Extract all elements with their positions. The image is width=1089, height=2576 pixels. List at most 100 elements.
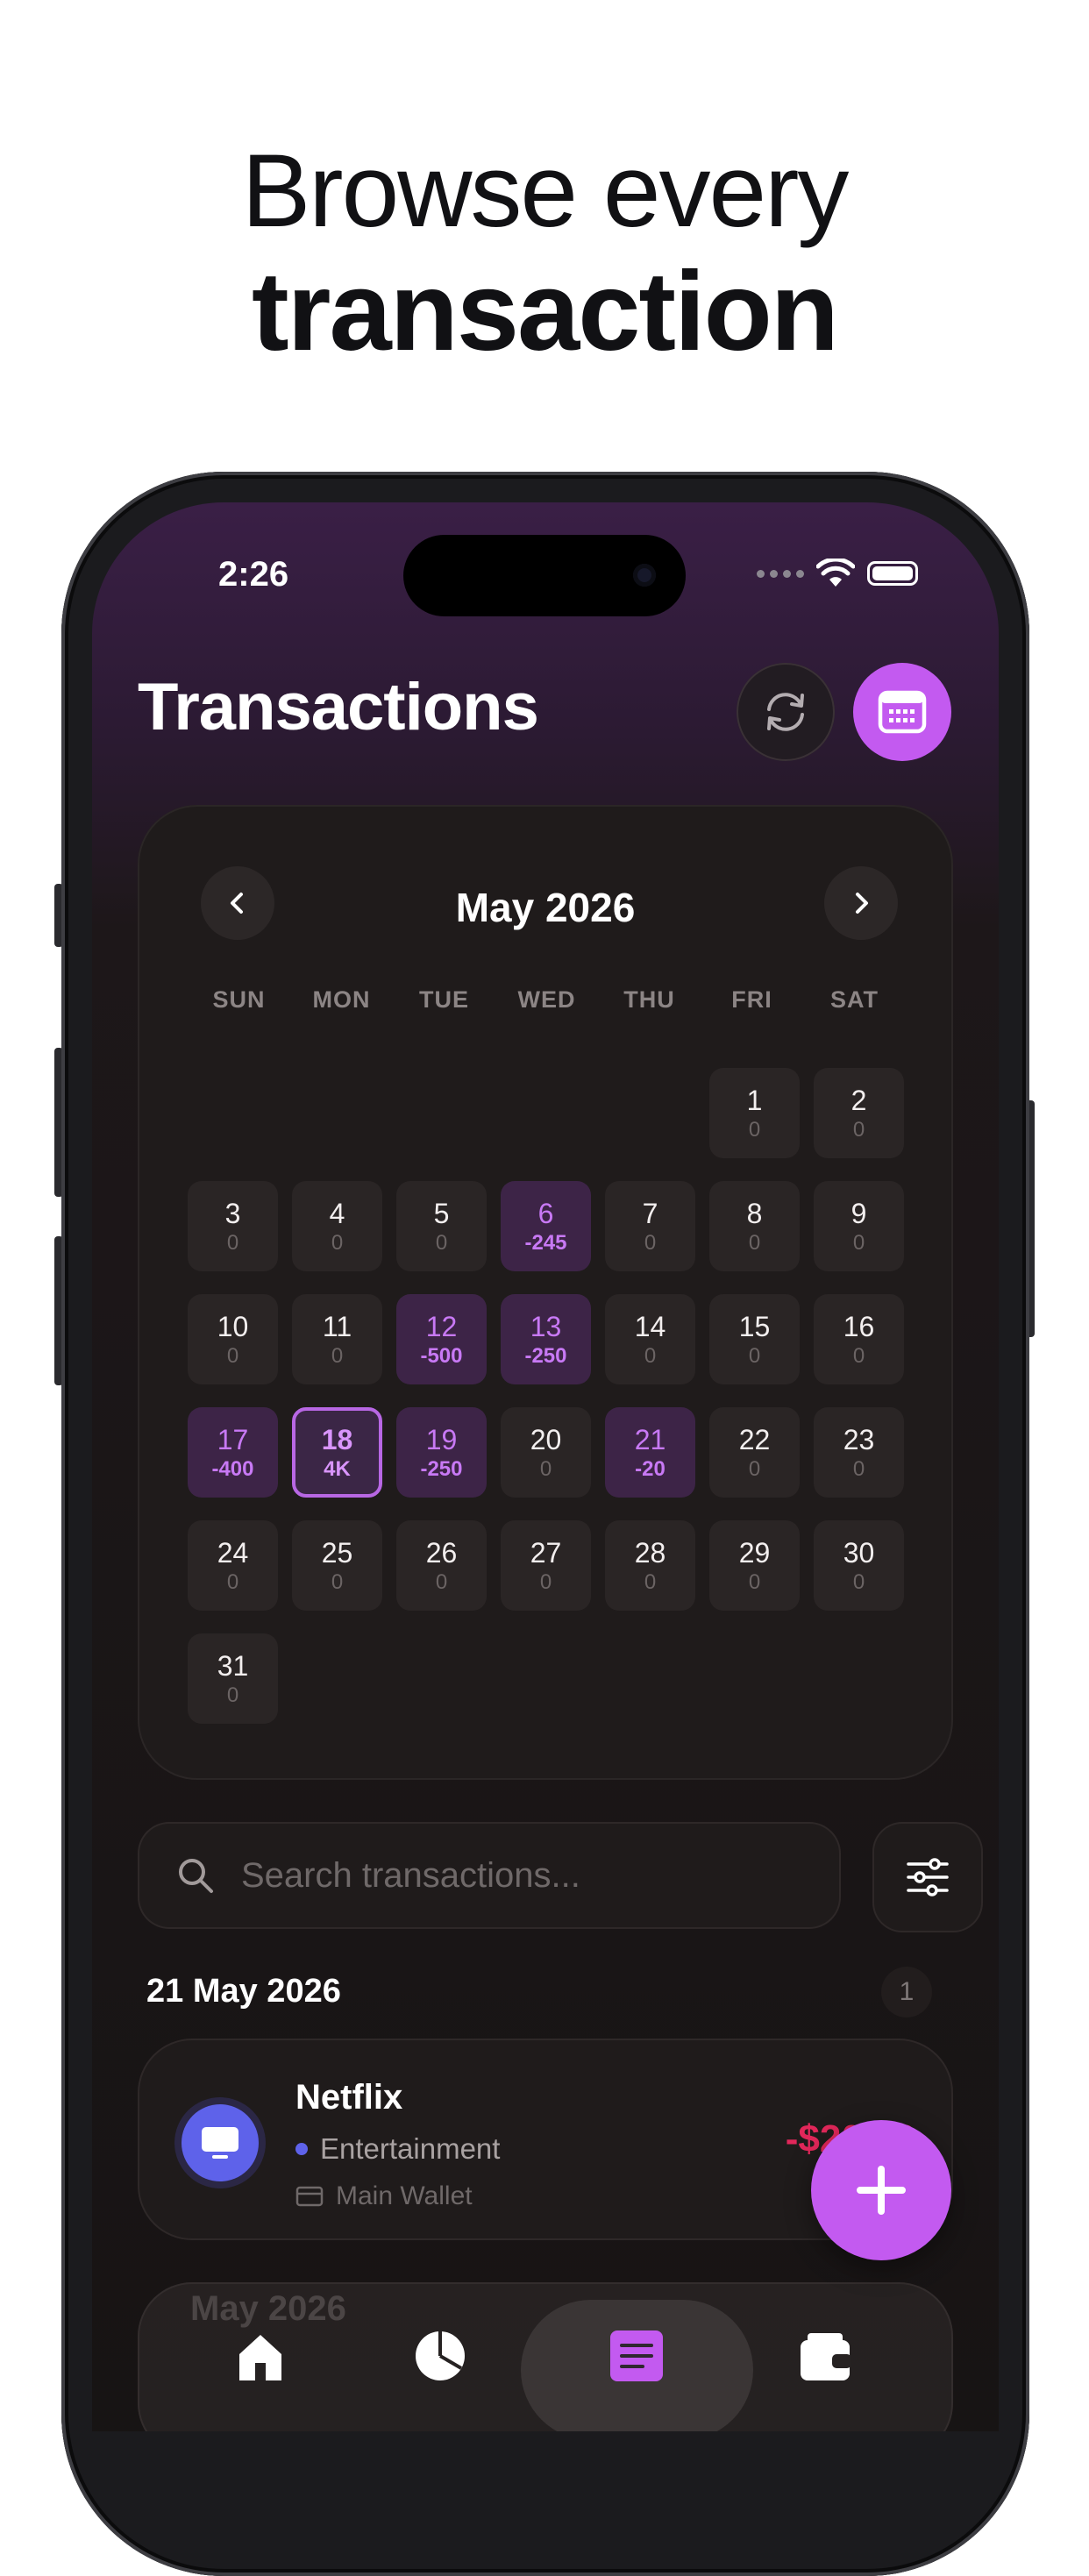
day-amount: 0	[539, 1456, 552, 1481]
calendar-day-15[interactable]: 15 0	[709, 1294, 800, 1384]
day-number: 22	[738, 1423, 771, 1455]
calendar-day-25[interactable]: 25 0	[292, 1520, 382, 1611]
day-amount: 0	[852, 1343, 865, 1368]
day-number: 23	[843, 1423, 875, 1455]
calendar-day-8[interactable]: 80	[709, 1181, 800, 1271]
search-bar[interactable]	[138, 1822, 841, 1929]
calendar-day-17[interactable]: 17 -400	[188, 1407, 278, 1498]
refresh-button[interactable]	[737, 663, 835, 761]
calendar-day-24[interactable]: 24 0	[188, 1520, 278, 1611]
calendar-day-9[interactable]: 90	[814, 1181, 904, 1271]
day-number: 12	[425, 1310, 458, 1342]
day-number: 31	[217, 1649, 249, 1682]
calendar-day-12[interactable]: 12 -500	[396, 1294, 487, 1384]
tab-transactions[interactable]	[601, 2321, 672, 2391]
calendar-day-22[interactable]: 22 0	[709, 1407, 800, 1498]
day-amount: 0	[852, 1117, 865, 1142]
day-amount: 0	[226, 1230, 239, 1255]
headline-line-2: transaction	[252, 249, 839, 374]
weekday-label: FRI	[731, 986, 772, 1013]
day-amount: 0	[226, 1683, 239, 1707]
calendar-day-28[interactable]: 28 0	[605, 1520, 695, 1611]
day-number: 16	[843, 1310, 875, 1342]
battery-icon	[867, 561, 918, 586]
chevron-right-icon	[856, 893, 868, 914]
calendar-day-30[interactable]: 30 0	[814, 1520, 904, 1611]
day-amount: 0	[852, 1230, 865, 1255]
day-number: 8	[746, 1197, 763, 1229]
calendar-day-26[interactable]: 26 0	[396, 1520, 487, 1611]
group-date-header: 21 May 2026	[146, 1973, 341, 2010]
calendar-day-23[interactable]: 23 0	[814, 1407, 904, 1498]
calendar-day-4[interactable]: 40	[292, 1181, 382, 1271]
day-number: 24	[217, 1536, 249, 1569]
calendar-day-18[interactable]: 18 4K	[292, 1407, 382, 1498]
add-transaction-button[interactable]	[811, 2120, 951, 2260]
calendar-day-31[interactable]: 31 0	[188, 1633, 278, 1724]
day-number: 20	[530, 1423, 562, 1455]
day-amount: 0	[748, 1569, 761, 1594]
day-amount: 0	[644, 1569, 657, 1594]
next-month-button[interactable]	[824, 866, 898, 940]
calendar-day-6[interactable]: 6 -245	[501, 1181, 591, 1271]
day-number: 4	[329, 1197, 345, 1229]
day-number: 15	[738, 1310, 771, 1342]
filter-button[interactable]	[872, 1822, 983, 1932]
wifi-icon	[816, 559, 855, 587]
calendar-day-16[interactable]: 16 0	[814, 1294, 904, 1384]
day-amount: -20	[635, 1456, 666, 1481]
day-amount: -245	[524, 1230, 567, 1255]
tab-home[interactable]	[225, 2321, 295, 2391]
phone-screen: 2:26 Transactions May 2026 SUN MON TUE W…	[92, 502, 999, 2431]
day-amount: -250	[420, 1456, 463, 1481]
day-number: 3	[224, 1197, 241, 1229]
day-amount: 0	[644, 1343, 657, 1368]
camera-icon	[633, 564, 656, 587]
day-amount: 0	[748, 1456, 761, 1481]
calendar-day-1[interactable]: 10	[709, 1068, 800, 1158]
calendar-day-13[interactable]: 13 -250	[501, 1294, 591, 1384]
calendar-view-button[interactable]	[853, 663, 951, 761]
group-count-badge: 1	[881, 1967, 932, 2017]
weekday-label: SUN	[212, 986, 266, 1013]
calendar-day-2[interactable]: 20	[814, 1068, 904, 1158]
day-number: 26	[425, 1536, 458, 1569]
tab-wallets[interactable]	[791, 2321, 861, 2391]
weekday-label: WED	[517, 986, 576, 1013]
day-number: 7	[642, 1197, 658, 1229]
wallet-icon	[801, 2333, 851, 2380]
day-number: 30	[843, 1536, 875, 1569]
calendar-day-29[interactable]: 29 0	[709, 1520, 800, 1611]
calendar-day-5[interactable]: 50	[396, 1181, 487, 1271]
day-amount: 0	[331, 1343, 344, 1368]
calendar-day-3[interactable]: 30	[188, 1181, 278, 1271]
day-number: 9	[851, 1197, 867, 1229]
weekday-label: THU	[623, 986, 675, 1013]
day-number: 25	[321, 1536, 353, 1569]
tab-analytics[interactable]	[405, 2321, 475, 2391]
day-amount: 0	[748, 1343, 761, 1368]
search-input[interactable]	[239, 1854, 786, 1896]
calendar-day-11[interactable]: 11 0	[292, 1294, 382, 1384]
calendar-day-10[interactable]: 10 0	[188, 1294, 278, 1384]
transaction-wallet: Main Wallet	[295, 2181, 473, 2211]
calendar-day-20[interactable]: 20 0	[501, 1407, 591, 1498]
day-amount: 0	[331, 1230, 344, 1255]
transaction-name: Netflix	[295, 2078, 403, 2117]
search-icon	[179, 1859, 213, 1893]
day-amount: 0	[331, 1569, 344, 1594]
calendar-day-19[interactable]: 19 -250	[396, 1407, 487, 1498]
headline-line-1: Browse every	[241, 133, 850, 249]
weekday-header: SUN MON TUE WED THU FRI SAT	[188, 986, 907, 1014]
calendar-day-21[interactable]: 21 -20	[605, 1407, 695, 1498]
day-amount: -250	[524, 1343, 567, 1368]
day-amount: 0	[748, 1230, 761, 1255]
dynamic-island	[403, 535, 686, 616]
day-number: 21	[634, 1423, 666, 1455]
page-title: Transactions	[138, 670, 539, 744]
calendar-day-7[interactable]: 70	[605, 1181, 695, 1271]
status-time: 2:26	[218, 555, 289, 594]
calendar-day-14[interactable]: 14 0	[605, 1294, 695, 1384]
day-number: 28	[634, 1536, 666, 1569]
calendar-day-27[interactable]: 27 0	[501, 1520, 591, 1611]
